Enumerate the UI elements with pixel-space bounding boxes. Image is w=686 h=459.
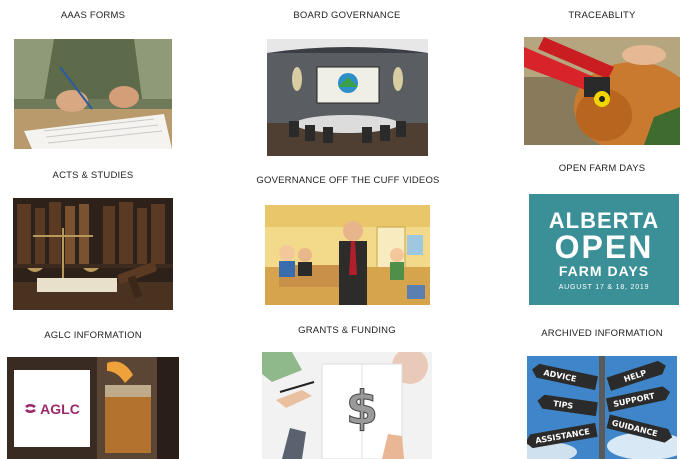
open-farm-days-banner[interactable]: ALBERTA OPEN FARM DAYS AUGUST 17 & 18, 2…	[529, 194, 679, 305]
tile-label[interactable]: GOVERNANCE OFF THE CUFF VIDEOS	[250, 175, 446, 186]
tile-aaas-forms[interactable]: AAAS FORMS	[10, 0, 176, 155]
cartoon-presenter-photo[interactable]	[265, 205, 430, 305]
signing-form-photo[interactable]	[14, 39, 172, 149]
banner-line-open: OPEN	[554, 229, 654, 265]
tile-archived-information[interactable]: ARCHIVED INFORMATION ADVICE HELP TIPS SU…	[520, 318, 684, 459]
tile-governance-videos[interactable]: GOVERNANCE OFF THE CUFF VIDEOS	[250, 165, 446, 315]
tile-label[interactable]: ACTS & STUDIES	[8, 170, 178, 181]
aglc-drink-photo[interactable]: AGLC	[7, 357, 179, 459]
svg-text:$: $	[346, 381, 378, 435]
aglc-logo-text: AGLC	[40, 400, 80, 417]
tile-label[interactable]: TRACEABLITY	[520, 10, 684, 21]
tile-label[interactable]: AGLC INFORMATION	[0, 330, 186, 341]
cattle-ear-tag-photo[interactable]	[524, 37, 680, 145]
tile-board-governance[interactable]: BOARD GOVERNANCE	[262, 0, 432, 160]
tile-open-farm-days[interactable]: OPEN FARM DAYS ALBERTA OPEN FARM DAYS AU…	[520, 160, 684, 315]
tile-aglc-information[interactable]: AGLC INFORMATION AGLC	[0, 320, 186, 459]
law-gavel-photo[interactable]	[13, 198, 173, 310]
tile-label[interactable]: AAAS FORMS	[10, 10, 176, 21]
tile-label[interactable]: BOARD GOVERNANCE	[262, 10, 432, 21]
banner-dates: AUGUST 17 & 18, 2019	[558, 284, 650, 291]
banner-line-farm-days: FARM DAYS	[558, 263, 650, 279]
tile-grants-funding[interactable]: GRANTS & FUNDING $	[262, 315, 432, 459]
tile-acts-studies[interactable]: ACTS & STUDIES	[8, 160, 178, 315]
aglc-logo-icon	[24, 402, 37, 415]
aglc-logo-card[interactable]: AGLC	[14, 370, 90, 447]
tile-traceability[interactable]: TRACEABLITY	[520, 0, 684, 155]
tile-label[interactable]: OPEN FARM DAYS	[520, 163, 684, 174]
boardroom-photo[interactable]	[267, 39, 428, 156]
tile-label[interactable]: ARCHIVED INFORMATION	[520, 328, 684, 339]
tile-label[interactable]: GRANTS & FUNDING	[262, 325, 432, 336]
signpost-photo[interactable]: ADVICE HELP TIPS SUPPORT ASSISTANCE GUID…	[527, 356, 677, 459]
dollar-sketch-photo[interactable]: $	[262, 352, 432, 459]
